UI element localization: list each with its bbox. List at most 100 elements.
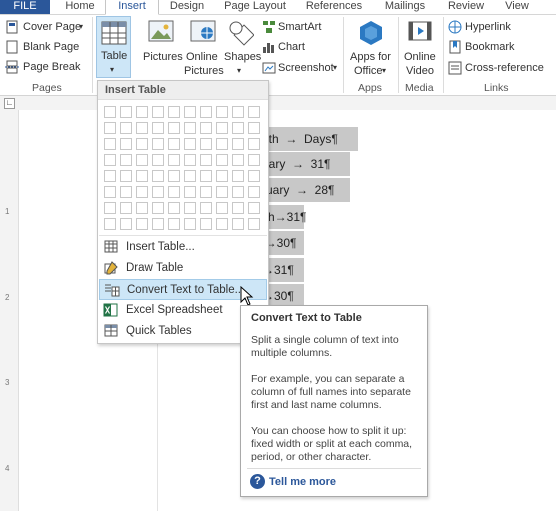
table-grid-cell[interactable] — [216, 154, 228, 166]
table-grid-cell[interactable] — [184, 186, 196, 198]
table-grid-cell[interactable] — [152, 170, 164, 182]
table-grid-cell[interactable] — [136, 154, 148, 166]
table-grid-cell[interactable] — [136, 218, 148, 230]
table-grid-cell[interactable] — [152, 202, 164, 214]
table-grid-cell[interactable] — [168, 138, 180, 150]
table-grid-cell[interactable] — [120, 122, 132, 134]
tab-selector-icon[interactable]: ∟ — [4, 98, 15, 109]
table-grid-cell[interactable] — [184, 170, 196, 182]
document-line[interactable]: uary → 31¶ — [262, 152, 350, 176]
table-grid-cell[interactable] — [136, 186, 148, 198]
table-grid-cell[interactable] — [120, 106, 132, 118]
table-grid-cell[interactable] — [168, 106, 180, 118]
table-grid-cell[interactable] — [216, 202, 228, 214]
tab-home[interactable]: Home — [60, 0, 100, 14]
tab-page-layout[interactable]: Page Layout — [222, 0, 288, 14]
table-grid-cell[interactable] — [184, 106, 196, 118]
table-grid-cell[interactable] — [152, 122, 164, 134]
table-grid-cell[interactable] — [232, 202, 244, 214]
table-grid-cell[interactable] — [232, 122, 244, 134]
table-grid-cell[interactable] — [104, 154, 116, 166]
table-grid-cell[interactable] — [104, 106, 116, 118]
table-grid-cell[interactable] — [152, 106, 164, 118]
table-grid-cell[interactable] — [184, 218, 196, 230]
table-grid-cell[interactable] — [248, 202, 260, 214]
draw-table-menu-item[interactable]: Draw Table — [99, 258, 267, 279]
table-grid-cell[interactable] — [200, 218, 212, 230]
table-grid-cell[interactable] — [200, 154, 212, 166]
table-grid-cell[interactable] — [152, 138, 164, 150]
table-button[interactable]: Table ▾ — [96, 16, 131, 78]
table-grid-cell[interactable] — [200, 122, 212, 134]
online-video-button[interactable]: Online Video — [400, 18, 440, 78]
table-grid-cell[interactable] — [104, 202, 116, 214]
table-grid-cell[interactable] — [200, 138, 212, 150]
table-grid-cell[interactable] — [248, 138, 260, 150]
table-grid-cell[interactable] — [248, 218, 260, 230]
tab-view[interactable]: View — [500, 0, 534, 14]
table-grid-cell[interactable] — [216, 122, 228, 134]
online-pictures-button[interactable]: Online Pictures — [184, 18, 224, 78]
table-grid-cell[interactable] — [136, 106, 148, 118]
table-grid-cell[interactable] — [104, 170, 116, 182]
table-grid-cell[interactable] — [216, 170, 228, 182]
table-grid-cell[interactable] — [248, 154, 260, 166]
table-grid-cell[interactable] — [120, 154, 132, 166]
table-grid-cell[interactable] — [120, 170, 132, 182]
table-grid-cell[interactable] — [184, 202, 196, 214]
tell-me-more-link[interactable]: Tell me more — [269, 476, 336, 488]
table-grid-cell[interactable] — [120, 218, 132, 230]
table-grid-cell[interactable] — [200, 106, 212, 118]
table-grid-cell[interactable] — [248, 170, 260, 182]
tab-file[interactable]: FILE — [0, 0, 50, 14]
table-grid-cell[interactable] — [232, 154, 244, 166]
table-grid-cell[interactable] — [152, 186, 164, 198]
table-grid-cell[interactable] — [168, 202, 180, 214]
table-grid-cell[interactable] — [232, 106, 244, 118]
help-icon[interactable]: ? — [250, 474, 265, 489]
table-grid-cell[interactable] — [200, 186, 212, 198]
table-grid-cell[interactable] — [136, 170, 148, 182]
table-grid-cell[interactable] — [120, 202, 132, 214]
table-grid-cell[interactable] — [200, 202, 212, 214]
table-grid-cell[interactable] — [120, 138, 132, 150]
tab-design[interactable]: Design — [165, 0, 209, 14]
table-grid-cell[interactable] — [248, 186, 260, 198]
table-grid-cell[interactable] — [184, 154, 196, 166]
table-grid-cell[interactable] — [168, 154, 180, 166]
table-grid-cell[interactable] — [184, 138, 196, 150]
table-grid-cell[interactable] — [104, 122, 116, 134]
shapes-button[interactable]: Shapes ▾ — [224, 18, 261, 78]
table-grid-cell[interactable] — [216, 186, 228, 198]
table-grid-cell[interactable] — [168, 186, 180, 198]
table-grid-cell[interactable] — [232, 138, 244, 150]
tab-insert[interactable]: Insert — [105, 0, 159, 15]
table-grid-cell[interactable] — [232, 218, 244, 230]
table-grid-cell[interactable] — [232, 186, 244, 198]
table-grid-cell[interactable] — [136, 202, 148, 214]
table-grid-cell[interactable] — [248, 122, 260, 134]
table-grid-cell[interactable] — [232, 170, 244, 182]
table-grid-cell[interactable] — [184, 122, 196, 134]
table-grid-cell[interactable] — [152, 218, 164, 230]
table-grid-cell[interactable] — [216, 218, 228, 230]
document-line[interactable]: nth → Days¶ — [262, 127, 358, 151]
table-grid-cell[interactable] — [136, 122, 148, 134]
table-grid-cell[interactable] — [200, 170, 212, 182]
table-grid-cell[interactable] — [120, 186, 132, 198]
table-grid-cell[interactable] — [248, 106, 260, 118]
table-grid-cell[interactable] — [216, 138, 228, 150]
table-grid-cell[interactable] — [136, 138, 148, 150]
apps-for-office-button[interactable]: Apps for Office ▾ — [348, 18, 394, 78]
table-grid-cell[interactable] — [104, 138, 116, 150]
tab-references[interactable]: References — [303, 0, 365, 14]
tab-review[interactable]: Review — [445, 0, 487, 14]
insert-table-menu-item[interactable]: Insert Table... — [99, 237, 267, 258]
table-grid-cell[interactable] — [152, 154, 164, 166]
table-grid-cell[interactable] — [104, 186, 116, 198]
table-grid-cell[interactable] — [216, 106, 228, 118]
table-grid-cell[interactable] — [168, 122, 180, 134]
tab-mailings[interactable]: Mailings — [380, 0, 430, 14]
document-line[interactable]: ruary → 28¶ — [262, 178, 350, 202]
table-grid-cell[interactable] — [168, 218, 180, 230]
